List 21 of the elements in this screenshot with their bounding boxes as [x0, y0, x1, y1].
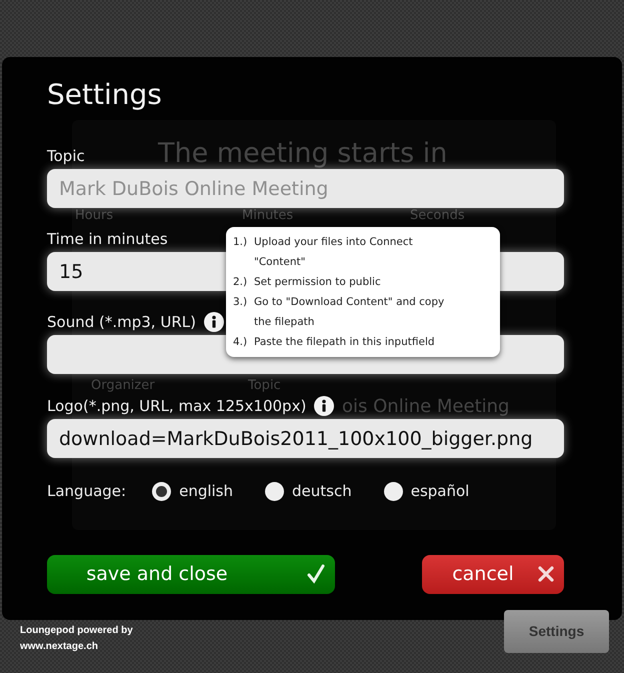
backdrop-label: Organizer: [91, 377, 155, 395]
backdrop-heading: The meeting starts in: [158, 137, 448, 171]
tooltip-step: 3.) Go to "Download Content" and copy the filepath: [233, 292, 493, 332]
backdrop-label: Hours: [75, 207, 114, 225]
backdrop-label: Topic: [248, 377, 281, 395]
radio-label: deutsch: [292, 481, 352, 502]
backdrop-label: Seconds: [410, 207, 465, 225]
language-label: Language:: [47, 481, 126, 502]
tooltip-step: 1.) Upload your files into Connect "Content": [233, 232, 493, 272]
field-label: Sound (*.mp3, URL): [47, 312, 196, 333]
field-label: Time in minutes: [47, 228, 168, 250]
radio-label: english: [179, 481, 234, 502]
credit-text: Loungepod powered by: [20, 624, 133, 638]
tooltip-step: 2.) Set permission to public: [233, 272, 493, 292]
dialog-title: Settings: [47, 77, 163, 113]
field-label: Logo(*.png, URL, max 125x100px): [47, 396, 306, 417]
tooltip-step: 4.) Paste the filepath in this inputfield: [233, 332, 493, 352]
backdrop-topic: ois Online Meeting: [342, 396, 510, 417]
field-label: Topic: [47, 146, 85, 167]
radio-label: español: [410, 481, 470, 502]
backdrop-label: Minutes: [242, 207, 294, 225]
